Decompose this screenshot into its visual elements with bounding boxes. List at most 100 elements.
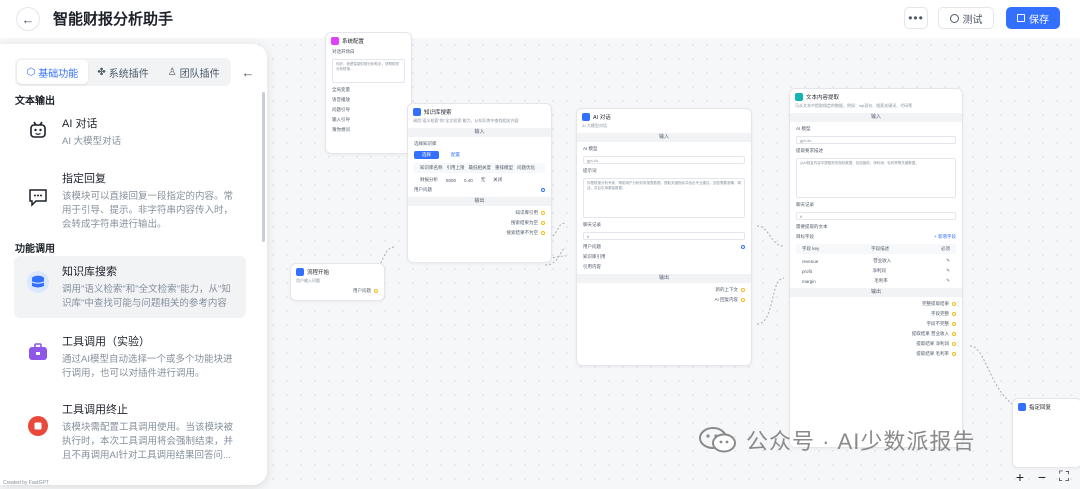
save-button[interactable]: 保存 — [1006, 7, 1060, 29]
select-kb-button[interactable]: 选择 — [414, 151, 439, 159]
field-row: revenue 营业收入 ✎ — [796, 256, 956, 266]
port-icon[interactable] — [952, 312, 956, 316]
td: 净利润 — [872, 268, 886, 273]
quote-value: 引用内容 — [583, 264, 601, 269]
req-textarea[interactable]: 从AI回复内容中提取财务指标数据，包括营收、净利润、毛利率等关键数据。 — [796, 158, 956, 198]
field-row: profit 净利润 ✎ — [796, 266, 956, 276]
node-text-extract[interactable]: 文本内容提取 可从文本中提取指定的数据，例如：sql语句、搜索关键词、代码等 输… — [789, 88, 963, 448]
prompt-textarea[interactable]: 你是财报分析专家，帮助用户分析财务报表数据，提取关键指标并给出专业建议。回答需要… — [583, 178, 745, 218]
row-label: 提取结果 毛利率 — [916, 351, 949, 356]
toolbox-icon — [26, 340, 50, 364]
library-tabs: ⬡ 基础功能 ✤ 系统插件 ♙ 团队插件 — [15, 58, 231, 86]
th: 最低相关度 — [468, 165, 492, 170]
tab-basic[interactable]: ⬡ 基础功能 — [17, 60, 88, 84]
port-icon[interactable] — [952, 332, 956, 336]
port-icon[interactable] — [541, 221, 545, 225]
td: 营业收入 — [873, 258, 892, 263]
library-item-ai-chat[interactable]: AI 对话 AI 大模型对话 — [14, 108, 246, 156]
port-icon[interactable] — [952, 302, 956, 306]
add-field-button[interactable]: + 新增字段 — [934, 234, 956, 240]
zoom-out-button[interactable]: − — [1036, 468, 1048, 485]
port-icon[interactable] — [541, 188, 545, 192]
item-desc: AI 大模型对话 — [62, 136, 122, 147]
chat-bubble-icon — [26, 185, 50, 209]
port-icon[interactable] — [541, 211, 545, 215]
panel-scrollbar[interactable] — [262, 92, 265, 242]
item-desc: 该模块需配置工具调用使用。当该模块被执行时，本次工具调用将会强制结束，并且不再调… — [62, 422, 234, 461]
out-row: 完整提取结果 — [790, 299, 962, 309]
node-reply[interactable]: 指定回复 — [1012, 398, 1080, 468]
td: 0.40 — [464, 177, 473, 183]
port-icon[interactable] — [741, 298, 745, 302]
node-title: 知识库搜索 — [424, 110, 452, 116]
more-button[interactable]: ••• — [904, 7, 928, 29]
tab-system-plugins[interactable]: ✤ 系统插件 — [88, 60, 159, 84]
arrow-left-icon: ← — [21, 11, 35, 27]
kb-table-row: 财报分析 5000 0.40 无 关闭 — [414, 175, 545, 185]
item-desc: 通过AI模型自动选择一个或多个功能块进行调用，也可以对插件进行调用。 — [62, 354, 233, 379]
node-ai-chat[interactable]: AI 对话 AI 大模型对话 输入 AI 模型 gpt-4o 提示词 你是财报分… — [576, 108, 752, 366]
port-icon[interactable] — [952, 352, 956, 356]
port-icon[interactable] — [374, 289, 378, 293]
field-row: margin 毛利率 ✎ — [796, 276, 956, 286]
port-icon[interactable] — [952, 322, 956, 326]
out-row: 用户问题 — [291, 286, 384, 296]
arrow-left-icon: ← — [241, 64, 255, 80]
node-row: 猜你想问 — [332, 127, 350, 132]
port-icon[interactable] — [741, 288, 745, 292]
th: 重排模型 — [495, 165, 513, 170]
fit-view-button[interactable]: ⛶ — [1058, 468, 1070, 485]
database-icon — [413, 108, 421, 116]
model-select[interactable]: gpt-4o — [583, 156, 745, 164]
td: profit — [802, 268, 813, 274]
history-input[interactable]: 6 — [796, 212, 956, 220]
item-title: AI 对话 — [62, 118, 98, 130]
out-row: 搜索结果不为空 — [408, 228, 551, 238]
td: revenue — [802, 258, 819, 264]
node-kb-search[interactable]: 知识库搜索 调用"语义检索"和"全文检索"能力，从知识库中查找相关内容 输入 选… — [407, 103, 552, 263]
zoom-in-button[interactable]: + — [1014, 468, 1026, 485]
welcome-text[interactable]: 你好，我是智能财报分析助手，请帮助您分析财报... — [332, 59, 405, 83]
node-row: 问题引导 — [332, 107, 350, 112]
test-label: 测试 — [962, 14, 983, 26]
library-item-kb-search[interactable]: 知识库搜索 调用"语义检索"和"全文检索"能力，从"知识库"中查找可能与问题相关… — [14, 256, 246, 318]
node-flow-start[interactable]: 流程开始 用户输入问题 用户问题 — [290, 263, 385, 301]
item-title: 知识库搜索 — [62, 266, 117, 278]
node-title: 流程开始 — [307, 270, 330, 276]
collapse-panel-button[interactable]: ← — [237, 61, 259, 83]
row-label: 用户问题 — [353, 288, 371, 293]
port-icon[interactable] — [952, 342, 956, 346]
item-desc: 调用"语义检索"和"全文检索"能力，从"知识库"中查找可能与问题相关的参考内容 — [62, 284, 231, 309]
input-band: 输入 — [408, 128, 551, 137]
node-desc: AI 大模型对话 — [582, 123, 607, 128]
floppy-disk-icon — [1017, 14, 1025, 22]
fields-header: 目标字段 + 新增字段 — [790, 232, 962, 242]
row-label: 用户问题 — [583, 244, 601, 249]
tab-team-plugins[interactable]: ♙ 团队插件 — [158, 60, 229, 84]
model-select[interactable]: gpt-4o — [796, 136, 956, 144]
port-icon[interactable] — [541, 231, 545, 235]
port-icon[interactable] — [741, 245, 745, 249]
save-label: 保存 — [1029, 14, 1049, 26]
library-item-specified-reply[interactable]: 指定回复 该模块可以直接回复一段指定的内容。常用于引导、提示。非字符串内容传入时… — [14, 163, 246, 239]
edit-icon[interactable]: ✎ — [946, 278, 950, 284]
edge-ai-to-extract-2 — [756, 277, 785, 325]
node-system-config[interactable]: 系统配置 对话开场白 你好，我是智能财报分析助手，请帮助您分析财报... 全局变… — [325, 32, 412, 154]
td: 财报分析 — [420, 177, 438, 182]
test-button[interactable]: 测试 — [938, 7, 994, 29]
tab-label: 团队插件 — [179, 68, 220, 80]
library-item-tool-call[interactable]: 工具调用（实验） 通过AI模型自动选择一个或多个功能块进行调用，也可以对插件进行… — [14, 326, 246, 388]
watermark-text: 公众号 · AI少数派报告 — [746, 429, 976, 454]
node-title: 指定回复 — [1029, 405, 1052, 411]
config-kb-button[interactable]: 配置 — [447, 151, 464, 159]
edit-icon[interactable]: ✎ — [946, 268, 950, 274]
history-input[interactable]: 6 — [583, 232, 745, 240]
row-label: 搜索结果不为空 — [506, 230, 539, 235]
prompt-label: 提示词 — [583, 168, 597, 173]
back-button[interactable]: ← — [16, 7, 40, 31]
th: 引用上限 — [446, 165, 465, 170]
edit-icon[interactable]: ✎ — [946, 258, 950, 264]
library-item-tool-stop[interactable]: 工具调用终止 该模块需配置工具调用使用。当该模块被执行时，本次工具调用将会强制结… — [14, 394, 246, 470]
out-row: 新的上下文 — [577, 285, 751, 295]
user-question-row: 用户问题 — [408, 185, 551, 195]
